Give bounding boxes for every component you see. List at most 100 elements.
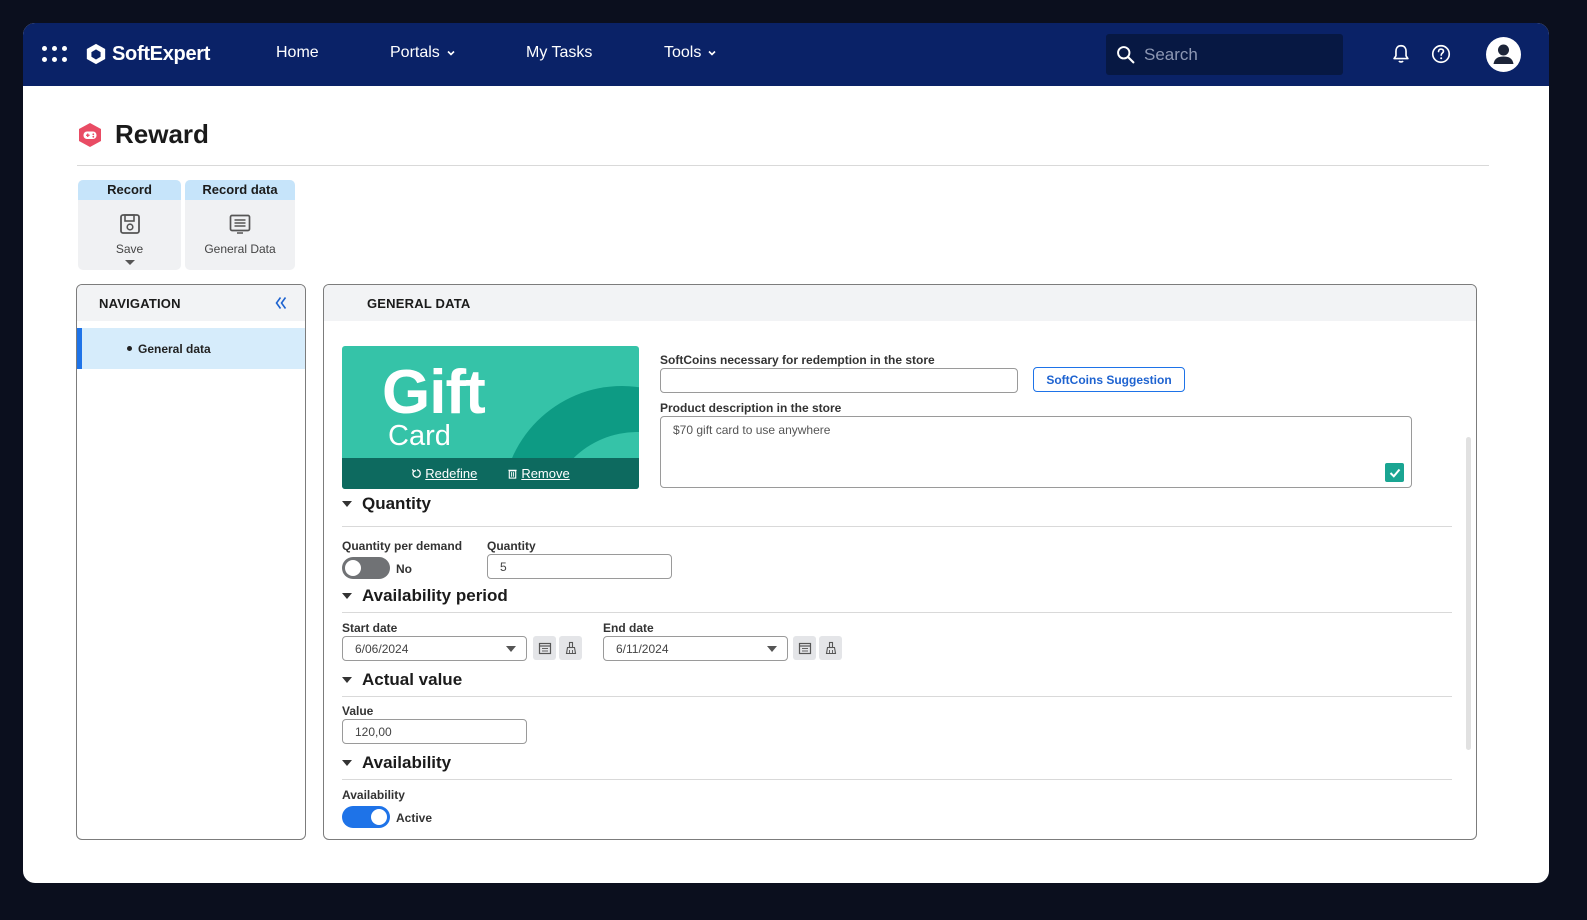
redo-icon [412,469,422,478]
panel-scrollbar[interactable] [1466,437,1471,750]
section-divider [342,526,1452,527]
softexpert-logo-icon [86,43,106,65]
availability-period-title: Availability period [362,586,508,605]
description-label: Product description in the store [660,401,842,415]
navigation-title: NAVIGATION [99,295,181,311]
value-label: Value [342,704,374,718]
search-icon [1117,46,1135,64]
gift-image-subtitle: Card [388,420,451,452]
start-date-field[interactable]: 6/06/2024 [342,636,527,661]
reward-game-icon [79,122,101,147]
description-checkbox[interactable] [1385,463,1404,482]
eraser-icon [565,641,576,655]
start-date-label: Start date [342,621,398,635]
end-date-clear-button[interactable] [819,636,842,660]
quantity-per-demand-state: No [396,562,412,576]
navigation-header: NAVIGATION [77,285,305,321]
ribbon-group-record-data: Record data General Data [185,180,295,270]
collapse-double-chevron-icon[interactable] [273,295,289,311]
ribbon-group-record: Record Save [78,180,181,270]
dropdown-caret-icon[interactable] [767,646,777,652]
trash-icon [508,469,517,479]
start-date-calendar-button[interactable] [533,636,556,660]
quantity-per-demand-label: Quantity per demand [342,539,463,553]
bell-icon[interactable] [1390,43,1412,65]
help-icon[interactable] [1430,43,1452,65]
nav-item-general-data[interactable]: General data [77,328,305,369]
section-divider [342,612,1452,613]
ribbon-group-record-title: Record [78,180,181,200]
nav-my-tasks-label: My Tasks [526,44,593,61]
chevron-down-icon [708,50,716,56]
nav-home-label: Home [276,44,319,61]
end-date-field[interactable]: 6/11/2024 [603,636,788,661]
quantity-section-toggle[interactable]: Quantity [342,494,431,514]
page-header: Reward [77,119,209,150]
collapse-triangle-icon [342,677,352,683]
general-data-label: General Data [204,242,276,256]
availability-section-title: Availability [362,753,452,772]
checkmark-icon [1389,468,1400,478]
caret-down-icon[interactable] [124,260,135,265]
save-icon [119,214,140,234]
end-date-label: End date [603,621,654,635]
description-textarea[interactable]: $70 gift card to use anywhere [660,416,1412,488]
quantity-section-title: Quantity [362,494,431,513]
value-input[interactable] [342,719,527,744]
nav-tools[interactable]: Tools [664,44,717,62]
softcoins-suggestion-button[interactable]: SoftCoins Suggestion [1033,367,1185,392]
ribbon-group-record-data-title: Record data [185,180,295,200]
section-divider [342,779,1452,780]
start-date-value: 6/06/2024 [355,641,409,656]
quantity-per-demand-toggle[interactable] [342,557,390,579]
save-label: Save [115,242,144,256]
remove-label: Remove [521,466,570,481]
section-divider [342,696,1452,697]
general-data-header: GENERAL DATA [324,285,1476,321]
app-window: SoftExpert Home Portals My Tasks Tools S… [23,23,1549,883]
availability-toggle[interactable] [342,806,390,828]
user-avatar[interactable] [1486,37,1521,72]
chevron-down-icon [447,50,455,56]
end-date-calendar-button[interactable] [793,636,816,660]
nav-item-label: General data [138,341,211,356]
redefine-image-link[interactable]: Redefine [411,466,477,481]
availability-section-toggle[interactable]: Availability [342,753,451,773]
nav-my-tasks[interactable]: My Tasks [526,44,592,62]
redefine-label: Redefine [425,466,478,481]
title-divider [77,165,1489,166]
actual-value-section-toggle[interactable]: Actual value [342,670,462,690]
brand-logo[interactable]: SoftExpert [85,42,210,66]
softcoins-label: SoftCoins necessary for redemption in th… [660,353,935,367]
nav-tools-label: Tools [664,44,702,61]
collapse-triangle-icon [342,593,352,599]
eraser-icon [825,641,836,655]
gift-image-title: Gift [382,358,486,427]
general-data-title: GENERAL DATA [367,295,471,311]
user-icon [1493,44,1514,64]
availability-period-section-toggle[interactable]: Availability period [342,586,508,606]
calendar-icon [798,642,811,655]
dropdown-caret-icon[interactable] [506,646,516,652]
availability-label: Availability [342,788,405,802]
general-data-button[interactable]: General Data [185,200,295,256]
app-launcher-icon[interactable] [42,46,67,62]
start-date-clear-button[interactable] [559,636,582,660]
search-input[interactable] [1144,44,1324,65]
quantity-input[interactable] [487,554,672,579]
collapse-triangle-icon [342,760,352,766]
remove-image-link[interactable]: Remove [507,466,570,481]
navigation-panel: NAVIGATION General data [76,284,306,840]
top-navigation-bar: SoftExpert Home Portals My Tasks Tools [23,23,1549,86]
softcoins-input[interactable] [660,368,1018,393]
end-date-value: 6/11/2024 [616,641,669,656]
actual-value-title: Actual value [362,670,463,689]
availability-state: Active [396,811,433,825]
nav-home[interactable]: Home [276,44,319,62]
save-button[interactable]: Save [78,200,181,265]
form-list-icon [229,214,251,234]
page-title: Reward [115,119,209,149]
search-box[interactable] [1106,34,1343,75]
nav-portals[interactable]: Portals [390,44,456,62]
brand-name: SoftExpert [112,42,211,65]
